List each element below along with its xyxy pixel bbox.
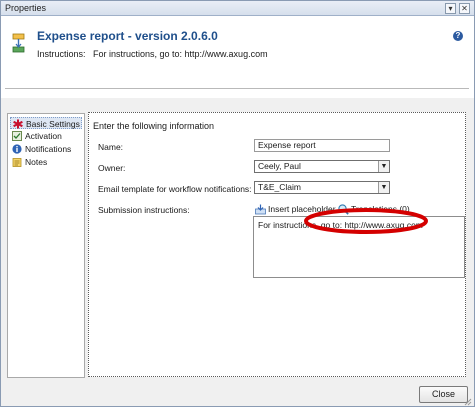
title-bar[interactable]: Properties ▾ ✕	[1, 1, 474, 16]
owner-value: Ceely, Paul	[258, 161, 301, 171]
minimize-button[interactable]: ▾	[445, 3, 456, 14]
email-template-label: Email template for workflow notification…	[98, 184, 252, 194]
name-field[interactable]: Expense report	[254, 139, 390, 152]
red-star-icon	[13, 119, 23, 129]
header: Expense report - version 2.0.6.0 Instruc…	[1, 16, 474, 98]
notes-icon	[12, 158, 22, 167]
email-template-value: T&E_Claim	[258, 182, 301, 192]
window-title: Properties	[5, 3, 47, 13]
name-label: Name:	[98, 142, 124, 152]
nav-item-label: Notes	[25, 157, 48, 167]
nav-item-notifications[interactable]: Notifications	[10, 143, 82, 155]
nav-item-basic-settings[interactable]: Basic Settings	[10, 117, 82, 129]
resize-grip-icon[interactable]	[462, 396, 472, 406]
translations-link[interactable]: Translations (0)	[351, 204, 410, 214]
close-window-button[interactable]: ✕	[459, 3, 470, 14]
form-heading: Enter the following information	[93, 121, 215, 131]
nav-item-label: Activation	[25, 131, 62, 141]
nav-item-label: Notifications	[25, 144, 72, 154]
workflow-icon	[12, 33, 25, 53]
instructions-label: Instructions:	[37, 49, 86, 59]
nav-item-label: Basic Settings	[26, 119, 80, 129]
info-icon	[12, 144, 22, 154]
activation-icon	[12, 131, 22, 141]
owner-label: Owner:	[98, 163, 126, 173]
insert-placeholder-link[interactable]: Insert placeholder	[268, 204, 336, 214]
email-template-select[interactable]: T&E_Claim ▼	[254, 181, 390, 194]
instructions-value: For instructions, go to: http://www.axug…	[93, 49, 268, 59]
owner-select[interactable]: Ceely, Paul ▼	[254, 160, 390, 173]
submission-label: Submission instructions:	[98, 205, 190, 215]
page-title: Expense report - version 2.0.6.0	[37, 29, 218, 43]
nav-item-activation[interactable]: Activation	[10, 130, 82, 142]
close-button[interactable]: Close	[419, 386, 468, 403]
help-icon[interactable]: ?	[453, 31, 463, 41]
nav-item-notes[interactable]: Notes	[10, 156, 82, 168]
header-divider	[5, 88, 469, 89]
translations-icon	[338, 204, 349, 215]
submission-instructions-field[interactable]: For instructions, go to: http://www.axug…	[253, 216, 465, 278]
insert-placeholder-icon	[255, 204, 266, 215]
settings-nav: Basic Settings Activation Notifications …	[7, 113, 85, 378]
chevron-down-icon[interactable]: ▼	[378, 182, 389, 193]
chevron-down-icon[interactable]: ▼	[378, 161, 389, 172]
